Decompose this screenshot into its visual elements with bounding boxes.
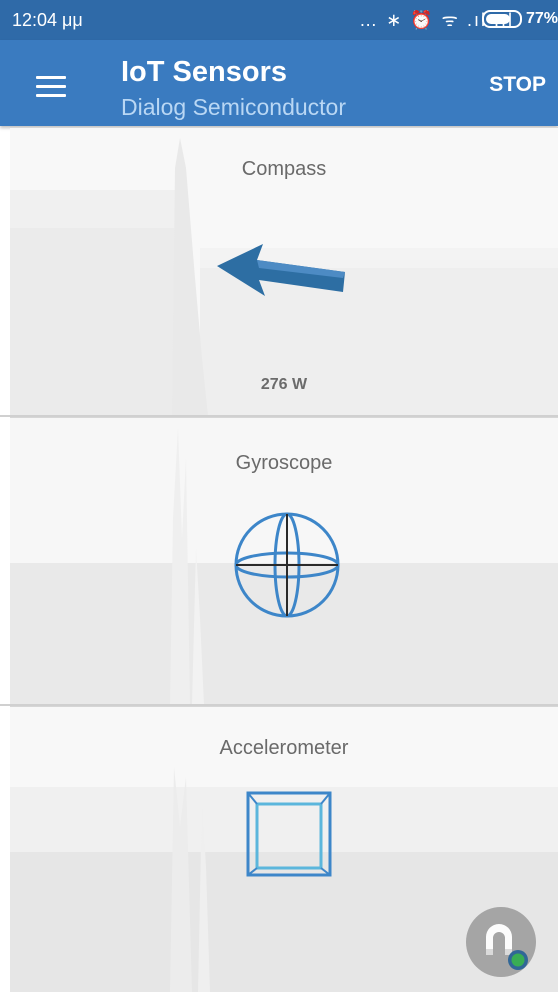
battery-percent: 77%	[525, 10, 558, 28]
gyroscope-sphere-icon	[234, 512, 340, 618]
battery-indicator: 77%	[481, 10, 558, 28]
app-subtitle: Dialog Semiconductor	[121, 94, 347, 120]
gyroscope-title: Gyroscope	[235, 452, 333, 474]
compass-title: Compass	[241, 158, 327, 180]
status-time: 12:04 μμ	[12, 10, 83, 30]
magnet-fab-button[interactable]	[466, 907, 536, 977]
magnet-icon	[486, 924, 528, 970]
compass-panel: Compass 276 W	[10, 127, 558, 416]
compass-arrow-icon	[217, 244, 345, 296]
app-title: IoT Sensors	[121, 56, 287, 88]
compass-heading: 276 W	[260, 376, 308, 393]
menu-icon[interactable]	[36, 76, 66, 97]
stop-button[interactable]: STOP	[489, 73, 546, 97]
app-bar: IoT Sensors Dialog Semiconductor STOP	[0, 40, 558, 126]
status-bar: 12:04 μμ … ∗ ⏰ ᯤ .ıl .ıl 77%	[0, 0, 558, 40]
accelerometer-title: Accelerometer	[219, 737, 349, 759]
accelerometer-cube-icon	[246, 791, 332, 877]
battery-icon	[481, 10, 522, 28]
gyroscope-panel: Gyroscope	[10, 417, 558, 705]
